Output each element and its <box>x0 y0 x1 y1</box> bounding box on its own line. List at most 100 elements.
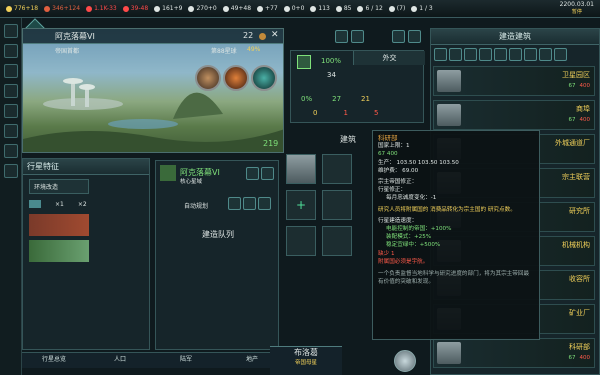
terraform-button[interactable]: 环境改造 <box>29 179 89 194</box>
habitability-value: 49% <box>247 46 261 53</box>
filter-energy-icon[interactable] <box>449 48 462 61</box>
policies-icon[interactable] <box>4 164 18 178</box>
feature-count-1: ×1 <box>55 200 64 208</box>
queue-icons <box>246 167 274 180</box>
fire-modifier-icon[interactable] <box>223 65 249 91</box>
diplomacy-tab[interactable]: 外交 <box>353 51 425 65</box>
tooltip-planet-mod: 行星修正： <box>378 187 406 194</box>
resource-value: 6 / 12 <box>365 5 383 12</box>
fleets-icon[interactable] <box>4 104 18 118</box>
planet-header: 阿克落幕VI 22 ✕ <box>23 29 283 44</box>
resource-research[interactable]: +77 <box>257 5 278 12</box>
influence-icon <box>188 5 195 12</box>
tooltip-overlord: 宗主帝国修正： <box>378 179 418 186</box>
building-name: 商埠 <box>576 105 590 113</box>
resource-stability[interactable]: 85 <box>335 5 351 12</box>
cost-energy: 400 <box>579 117 591 123</box>
filter-unity-icon[interactable] <box>509 48 522 61</box>
home-planet-tab[interactable]: 布洛葛 帝国母星 <box>270 346 342 375</box>
filter-army-icon[interactable] <box>524 48 537 61</box>
resource-special[interactable]: 0+0 <box>283 5 304 12</box>
building-slot[interactable] <box>286 226 316 256</box>
building-slot[interactable] <box>322 226 352 256</box>
building-option[interactable]: 卫星园区 67 400 <box>433 66 595 96</box>
food-icon <box>86 5 93 12</box>
filter-amenity-icon[interactable] <box>539 48 552 61</box>
prev-arrow-icon[interactable] <box>335 30 348 43</box>
add-building-button[interactable]: + <box>286 190 316 220</box>
resource-unity[interactable]: 49+48 <box>222 5 251 12</box>
next-arrow-icon[interactable] <box>351 30 364 43</box>
resource-value: 1 / 3 <box>419 5 433 12</box>
upgrade-icon[interactable] <box>228 197 241 210</box>
stat-1a: 0% <box>301 95 313 103</box>
tab-overview[interactable]: 行星总览 <box>22 353 86 367</box>
tooltip-lack: 缺少 1 <box>378 250 395 257</box>
resource-consumer-goods[interactable]: 161+9 <box>154 5 182 12</box>
close-panel-icon[interactable] <box>408 30 421 43</box>
tech-icon[interactable] <box>4 144 18 158</box>
settings-icon[interactable] <box>261 167 274 180</box>
resource-minerals[interactable]: 346+124 <box>44 5 80 12</box>
resource-starbase[interactable]: (7) <box>388 5 405 12</box>
resource-list: 776+18 346+124 1.1K-33 39-48 161+9 270+0 49+48… <box>0 5 433 12</box>
building-name: 矿业厂 <box>569 309 590 317</box>
feature-tile[interactable] <box>29 214 89 236</box>
date-widget[interactable]: 2200.03.01 暂停 <box>560 1 594 15</box>
feature-tile[interactable] <box>29 240 89 262</box>
cycle-icon[interactable] <box>258 197 271 210</box>
filter-all-icon[interactable] <box>434 48 447 61</box>
building-cost: 67 400 <box>569 83 591 89</box>
resource-pop[interactable]: 113 <box>310 5 330 12</box>
close-icon[interactable]: ✕ <box>271 30 279 40</box>
species-icon[interactable] <box>4 124 18 138</box>
resource-value: 161+9 <box>162 5 183 12</box>
resource-envoy[interactable]: 1 / 3 <box>411 5 433 12</box>
building-slot[interactable] <box>322 154 352 184</box>
shield-modifier-icon[interactable] <box>251 65 277 91</box>
building-option[interactable]: 商埠 67 400 <box>433 100 595 130</box>
resource-food[interactable]: 1.1K-33 <box>86 5 117 12</box>
sector-icon[interactable] <box>246 167 259 180</box>
resource-value: 1.1K-33 <box>94 5 117 12</box>
value-34: 34 <box>327 71 336 79</box>
gear-icon[interactable] <box>243 197 256 210</box>
alloys-icon <box>122 5 129 12</box>
features-title: 行星特征 <box>23 159 149 175</box>
resource-alloys[interactable]: 39-48 <box>122 5 148 12</box>
auto-plan-label[interactable]: 自动规划 <box>184 201 208 210</box>
planet-name[interactable]: 阿克落幕VI <box>55 31 95 42</box>
planet-modifier-icon[interactable] <box>195 65 221 91</box>
building-option[interactable]: 科研部 67 400 <box>433 338 595 368</box>
building-slot[interactable] <box>322 190 352 220</box>
filter-food-icon[interactable] <box>479 48 492 61</box>
contacts-icon[interactable] <box>4 64 18 78</box>
build-list-title: 建造建筑 <box>431 29 599 45</box>
building-name: 收容所 <box>569 275 590 283</box>
planets-icon[interactable] <box>4 84 18 98</box>
resource-energy[interactable]: 776+18 <box>6 5 38 12</box>
resource-value: 113 <box>318 5 330 12</box>
empire-icon[interactable] <box>4 24 18 38</box>
building-slot-filled[interactable] <box>286 154 316 184</box>
search-icon[interactable] <box>29 200 41 208</box>
filter-research-icon[interactable] <box>494 48 507 61</box>
home-planet-name: 布洛葛 <box>294 348 318 357</box>
tooltip-production: 生产： 103.50 103.50 103.50 <box>378 159 459 166</box>
action-toolbar <box>392 30 421 43</box>
feature-tiles <box>29 214 143 262</box>
resource-fleet[interactable]: 6 / 12 <box>357 5 383 12</box>
resource-influence[interactable]: 270+0 <box>188 5 217 12</box>
building-cost: 67 400 <box>569 117 591 123</box>
planet-stat-value: 219 <box>263 139 279 148</box>
filter-minerals-icon[interactable] <box>464 48 477 61</box>
tab-population[interactable]: 人口 <box>88 353 152 367</box>
build-hammer-icon[interactable] <box>392 30 405 43</box>
build-queue-panel: 阿克落幕VI 核心星域 自动规划 建造队列 <box>155 160 279 350</box>
feature-counts: ×1 ×2 <box>29 200 143 208</box>
planet-orb-icon[interactable] <box>394 350 416 372</box>
building-name: 卫星园区 <box>562 71 590 79</box>
situation-icon[interactable] <box>4 44 18 58</box>
tab-army[interactable]: 陆军 <box>154 353 218 367</box>
filter-special-icon[interactable] <box>554 48 567 61</box>
